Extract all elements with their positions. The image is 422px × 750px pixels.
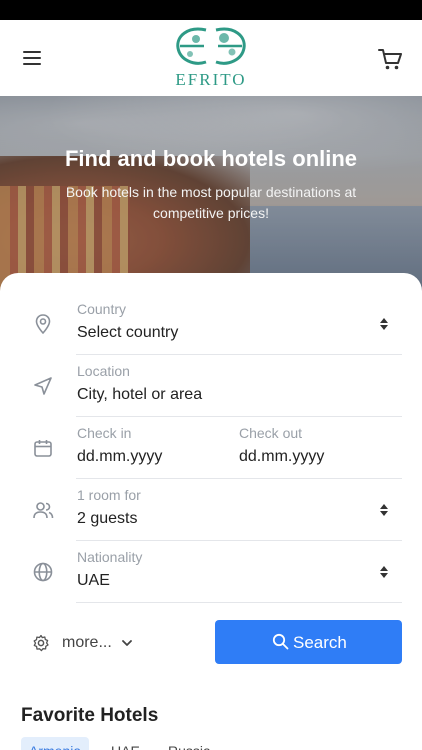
check-out-field[interactable]: dd.mm.yyyy [239, 448, 324, 466]
guests-value: 2 guests [77, 510, 138, 527]
country-value: Select country [77, 324, 179, 341]
check-in-label: Check in [77, 425, 132, 441]
hero-banner: Find and book hotels online Book hotels … [0, 96, 422, 292]
hero-subtitle: Book hotels in the most popular destinat… [65, 184, 357, 221]
check-in-field[interactable]: dd.mm.yyyy [77, 448, 162, 466]
dates-row: Check in dd.mm.yyyy Check out dd.mm.yyyy [0, 417, 422, 479]
tab-russia[interactable]: Russia [160, 737, 219, 750]
search-label: Search [293, 633, 347, 652]
search-button[interactable]: Search [215, 620, 402, 664]
status-bar [0, 0, 422, 20]
navigation-arrow-icon [32, 375, 54, 397]
map-pin-icon [32, 313, 54, 335]
select-arrows-icon [378, 502, 390, 518]
shopping-cart-icon[interactable] [376, 46, 404, 72]
favorite-hotels-title: Favorite Hotels [21, 705, 159, 726]
location-label: Location [77, 363, 130, 379]
users-icon [32, 499, 54, 521]
chevron-down-icon [120, 636, 134, 650]
hamburger-menu-icon[interactable] [20, 48, 44, 68]
hero-title: Find and book hotels online [64, 146, 358, 171]
check-out-label: Check out [239, 425, 303, 441]
gear-icon [32, 634, 50, 652]
app-header: EFRITO [0, 20, 422, 96]
search-icon [272, 633, 289, 650]
guests-select[interactable]: 1 room for 2 guests [0, 479, 422, 541]
logo-text: EFRITO [175, 70, 247, 89]
divider [76, 602, 402, 603]
nationality-label: Nationality [77, 549, 143, 565]
country-select[interactable]: Country Select country [0, 293, 422, 355]
more-options-button[interactable]: more... [32, 632, 152, 656]
select-arrows-icon [378, 316, 390, 332]
country-label: Country [77, 301, 127, 317]
efrito-logo[interactable]: EFRITO [166, 22, 256, 94]
calendar-icon [32, 437, 54, 459]
tab-armenia[interactable]: Armenia [21, 737, 90, 750]
guests-label: 1 room for [77, 487, 141, 503]
location-field[interactable]: Location City, hotel or area [0, 355, 422, 417]
nationality-value: UAE [77, 572, 110, 589]
location-value: City, hotel or area [77, 386, 203, 403]
more-label: more... [62, 634, 112, 651]
tab-uae[interactable]: UAE [103, 737, 148, 750]
select-arrows-icon [378, 564, 390, 580]
nationality-select[interactable]: Nationality UAE [0, 541, 422, 603]
globe-icon [32, 561, 54, 583]
